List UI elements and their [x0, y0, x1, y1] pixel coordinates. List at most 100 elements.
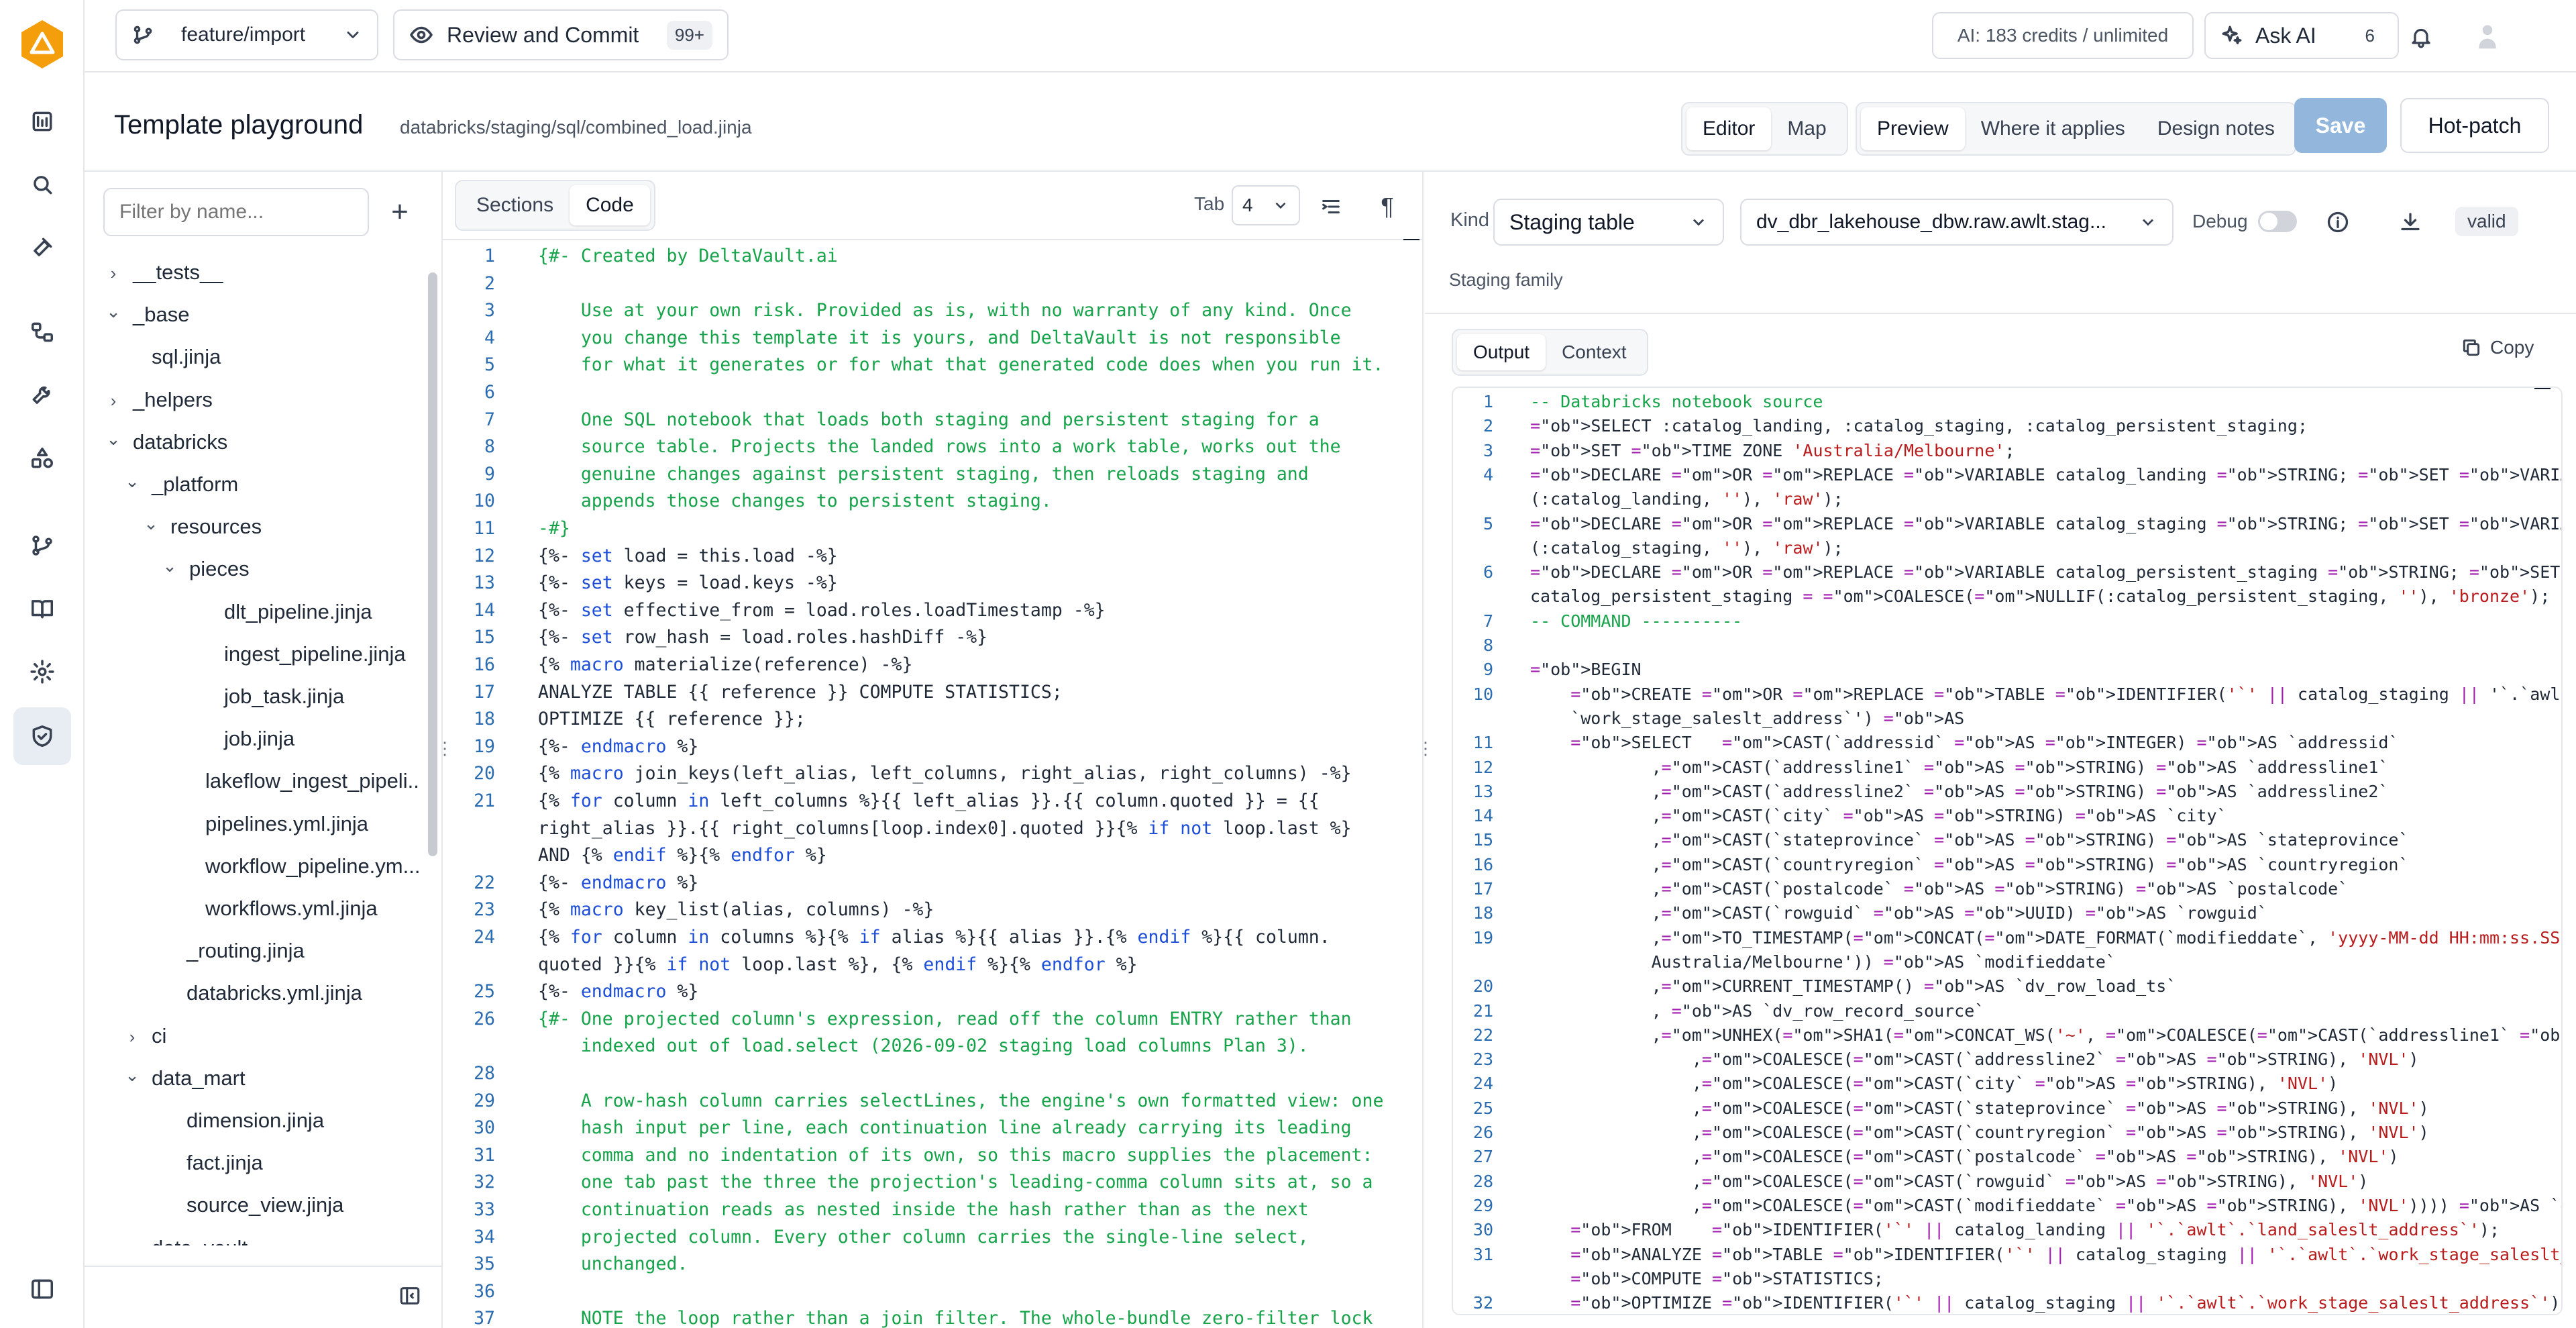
- tab-size-value: 4: [1242, 195, 1253, 215]
- debug-toggle[interactable]: [2258, 211, 2297, 232]
- tab-map[interactable]: Map: [1771, 107, 1842, 150]
- tree-item[interactable]: ⌄ resources: [141, 507, 262, 547]
- filter-input[interactable]: [103, 188, 369, 236]
- output-line: ,="om">CAST(`addressline2` ="ob">AS ="ob…: [1530, 781, 2389, 801]
- tree-item-label: _platform: [152, 472, 239, 496]
- chevron-right-icon[interactable]: ›: [103, 253, 123, 293]
- code-line: projected column. Every other column car…: [538, 1226, 1309, 1247]
- tree-item[interactable]: fact.jinja: [141, 1143, 263, 1183]
- tab-preview[interactable]: Preview: [1861, 107, 1965, 150]
- collapse-sidebar-icon[interactable]: [393, 1279, 427, 1313]
- chevron-down-icon[interactable]: ⌄: [141, 503, 161, 544]
- gear-icon[interactable]: [13, 643, 71, 701]
- source-select[interactable]: dv_dbr_lakehouse_dbw.raw.awlt.stag...: [1740, 199, 2174, 246]
- copy-button[interactable]: Copy: [2461, 337, 2534, 358]
- book-icon[interactable]: [13, 580, 71, 637]
- tree-item[interactable]: _routing.jinja: [141, 931, 305, 971]
- tree-item[interactable]: source_view.jinja: [141, 1185, 343, 1225]
- branch-selector[interactable]: feature/import: [115, 9, 378, 60]
- chevron-down-icon[interactable]: ⌄: [122, 1055, 142, 1095]
- kind-select[interactable]: Staging table: [1493, 199, 1724, 246]
- tree-item-label: _helpers: [133, 387, 213, 411]
- tab-sections[interactable]: Sections: [460, 185, 570, 225]
- tab-output[interactable]: Output: [1457, 334, 1546, 370]
- tree-item[interactable]: ⌄ data_mart: [122, 1055, 245, 1099]
- tree-item[interactable]: dlt_pipeline.jinja: [178, 592, 372, 632]
- tab-size-select[interactable]: 4: [1232, 185, 1300, 225]
- tree-item[interactable]: ⌄ _base: [103, 295, 189, 335]
- source-value: dv_dbr_lakehouse_dbw.raw.awlt.stag...: [1756, 211, 2106, 233]
- save-button[interactable]: Save: [2294, 98, 2387, 153]
- output-line: ,="om">CAST(`postalcode` ="ob">AS ="ob">…: [1530, 879, 2349, 899]
- ai-credits-text: AI: 183 credits / unlimited: [1957, 25, 2169, 46]
- shield-check-icon[interactable]: [13, 707, 71, 765]
- tree-item[interactable]: ⌄ databricks: [103, 422, 227, 462]
- copy-icon: [2463, 339, 2480, 356]
- line-number: 12: [474, 545, 495, 566]
- tree-item[interactable]: › __tests__: [103, 252, 223, 293]
- info-icon[interactable]: [2321, 205, 2355, 239]
- app-logo[interactable]: [15, 17, 69, 71]
- chevron-right-icon[interactable]: ›: [103, 380, 123, 421]
- hammer-icon[interactable]: [13, 219, 71, 276]
- code-area[interactable]: 1 {#- Created by DeltaVault.ai 2 3 Use at y…: [443, 240, 1422, 1328]
- tree-item[interactable]: sql.jinja: [122, 337, 221, 377]
- download-icon[interactable]: [2394, 205, 2427, 239]
- output-line-number: 18: [1472, 903, 1493, 923]
- output-tabs: Output Context: [1452, 329, 1648, 376]
- show-whitespace-icon[interactable]: ¶: [1368, 188, 1406, 225]
- collapse-panel-icon[interactable]: [13, 1266, 71, 1313]
- shapes-icon[interactable]: [13, 429, 71, 487]
- tab-design-notes[interactable]: Design notes: [2141, 107, 2291, 150]
- git-branch-icon[interactable]: [13, 517, 71, 574]
- line-number: 36: [474, 1280, 495, 1302]
- tree-item[interactable]: ingest_pipeline.jinja: [178, 634, 406, 674]
- tab-code[interactable]: Code: [570, 185, 650, 225]
- tree-item[interactable]: job_task.jinja: [178, 676, 344, 717]
- chevron-down-icon[interactable]: ⌄: [103, 291, 123, 331]
- tab-where-it-applies[interactable]: Where it applies: [1965, 107, 2141, 150]
- tree-item[interactable]: ⌄ pieces: [160, 549, 250, 589]
- data-sources-icon[interactable]: [13, 93, 71, 150]
- output-code-box[interactable]: 1 -- Databricks notebook source 2 ="ob">SEL…: [1452, 387, 2563, 1315]
- tree-item[interactable]: › data_vault: [122, 1228, 248, 1245]
- tree-item[interactable]: ⌄ _platform: [122, 464, 238, 505]
- user-avatar[interactable]: [2466, 15, 2509, 58]
- tree-item[interactable]: job.jinja: [178, 719, 294, 759]
- tree-item[interactable]: workflow_pipeline.ym...: [160, 846, 420, 886]
- add-template-icon[interactable]: +: [380, 192, 420, 232]
- tree-item[interactable]: › ci: [122, 1016, 167, 1057]
- chevron-down-icon[interactable]: ⌄: [122, 461, 142, 501]
- tab-context[interactable]: Context: [1546, 334, 1643, 370]
- tab-editor[interactable]: Editor: [1686, 107, 1772, 150]
- output-line: ="ob">BEGIN: [1530, 660, 1642, 680]
- code-line: quoted }}{% if not loop.last %}, {% endi…: [538, 954, 1138, 975]
- tab-size-label: Tab: [1194, 193, 1225, 214]
- search-icon[interactable]: [13, 156, 71, 213]
- tree-item[interactable]: dimension.jinja: [141, 1101, 324, 1141]
- tree-item[interactable]: lakeflow_ingest_pipeli...: [160, 761, 420, 801]
- line-number: 29: [474, 1090, 495, 1111]
- tree-item-label: workflow_pipeline.ym...: [205, 854, 420, 878]
- kind-label: Kind: [1450, 209, 1490, 231]
- tree-item[interactable]: pipelines.yml.jinja: [160, 804, 368, 844]
- hot-patch-button[interactable]: Hot-patch: [2400, 98, 2549, 153]
- tree-item-label: dimension.jinja: [186, 1109, 325, 1132]
- tree-item[interactable]: workflows.yml.jinja: [160, 888, 378, 929]
- wrap-lines-icon[interactable]: [1312, 188, 1350, 225]
- review-commit-button[interactable]: Review and Commit 99+: [393, 9, 729, 60]
- output-line: ="ob">DECLARE ="om">OR ="om">REPLACE ="o…: [1530, 562, 2563, 582]
- wrench-icon[interactable]: [13, 366, 71, 424]
- chevron-right-icon[interactable]: ›: [122, 1229, 142, 1245]
- chevron-right-icon[interactable]: ›: [122, 1017, 142, 1057]
- chevron-down-icon[interactable]: ⌄: [103, 419, 123, 459]
- tree-item[interactable]: › _helpers: [103, 380, 213, 420]
- chevron-down-icon[interactable]: ⌄: [160, 546, 180, 586]
- tree-item[interactable]: databricks.yml.jinja: [141, 973, 362, 1013]
- sidebar-scrollbar[interactable]: [428, 272, 437, 856]
- code-line: {%- set effective_from = load.roles.load…: [538, 599, 1106, 621]
- model-icon[interactable]: [13, 303, 71, 361]
- chevron-down-icon: [2143, 219, 2153, 226]
- notifications-bell-icon[interactable]: [2398, 13, 2445, 60]
- ask-ai-button[interactable]: Ask AI 6: [2204, 12, 2399, 59]
